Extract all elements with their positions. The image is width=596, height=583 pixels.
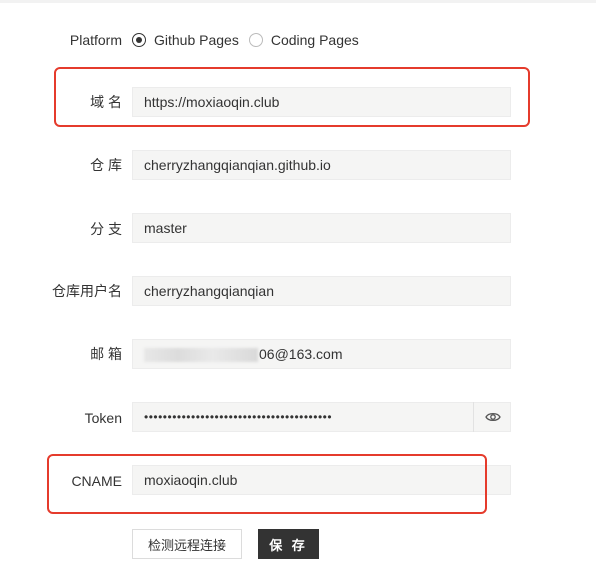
repo-field[interactable]: cherryzhangqianqian.github.io [132,150,511,180]
token-field[interactable]: •••••••••••••••••••••••••••••••••••••••• [132,402,511,432]
token-label: Token [84,410,122,426]
platform-radio-group: Github Pages Coding Pages [132,30,369,50]
email-visible-part: 06@163.com [259,346,343,362]
settings-page: Platform Github Pages Coding Pages 域 名 h… [0,0,596,583]
email-field[interactable]: 06@163.com [132,339,511,369]
radio-coding-pages[interactable]: Coding Pages [248,32,359,48]
eye-icon[interactable] [484,411,501,423]
domain-highlight-box [54,67,530,127]
branch-label: 分 支 [90,221,122,237]
radio-unchecked-icon[interactable] [248,33,263,47]
branch-field[interactable]: master [132,213,511,243]
username-field[interactable]: cherryzhangqianqian [132,276,511,306]
radio-github-pages-label: Github Pages [154,32,239,48]
test-connection-button[interactable]: 检测远程连接 [132,529,242,559]
cname-highlight-box [47,454,487,514]
save-button[interactable]: 保 存 [258,529,319,559]
radio-checked-icon[interactable] [132,33,146,47]
redacted-email-prefix [144,348,258,363]
email-label: 邮 箱 [90,346,122,362]
toggle-visibility-button[interactable] [473,402,511,432]
username-label: 仓库用户名 [52,283,122,299]
top-divider [0,0,596,3]
radio-coding-pages-label: Coding Pages [270,32,359,48]
platform-label: Platform [69,32,122,48]
radio-github-pages[interactable]: Github Pages [132,32,239,48]
repo-label: 仓 库 [90,157,122,173]
